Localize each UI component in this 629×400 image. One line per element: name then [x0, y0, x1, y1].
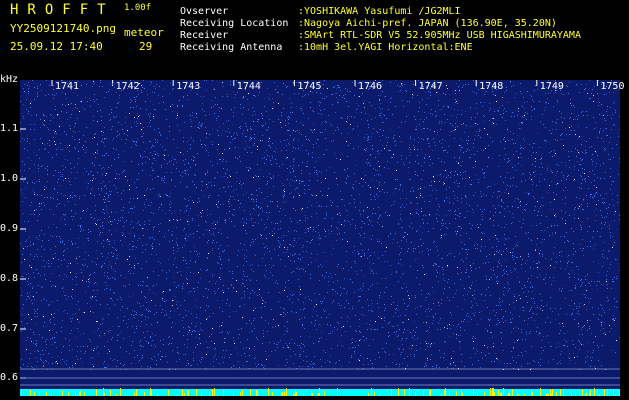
- info-row-observer: Ovserver :YOSHIKAWA Yasufumi /JG2MLI: [180, 6, 461, 17]
- y-tick-label: 0.8: [0, 273, 19, 284]
- info-row-antenna: Receiving Antenna :10mH 3el.YAGI Horizont…: [180, 42, 473, 53]
- timestamp: 25.09.12 17:40: [10, 40, 103, 53]
- y-tick-label: 1.1: [0, 123, 19, 134]
- x-tick-label: 1741: [55, 81, 80, 92]
- x-tick-label: 1748: [479, 81, 504, 92]
- y-tick-label: 0.7: [0, 323, 19, 334]
- x-tick-label: 1749: [539, 81, 564, 92]
- x-tick-label: 1744: [236, 81, 261, 92]
- y-unit-label: kHz: [0, 74, 19, 85]
- info-value: :YOSHIKAWA Yasufumi /JG2MLI: [298, 6, 461, 17]
- x-tick-label: 1742: [115, 81, 140, 92]
- info-key: Receiver: [180, 30, 229, 41]
- app-title: HROFFT: [10, 2, 115, 18]
- y-tick-label: 0.9: [0, 223, 19, 234]
- x-tick-label: 1743: [176, 81, 201, 92]
- info-value: :10mH 3el.YAGI Horizontal:ENE: [298, 42, 473, 53]
- info-value: :Nagoya Aichi-pref. JAPAN (136.90E, 35.2…: [298, 18, 557, 29]
- info-key: Receiving Location: [180, 18, 289, 29]
- info-row-receiver: Receiver :SMArt RTL-SDR V5 52.905MHz USB …: [180, 30, 581, 41]
- meteor-label: meteor: [124, 26, 164, 39]
- y-tick-label: 0.6: [0, 372, 19, 383]
- noise-speckle: [20, 80, 620, 370]
- spectrogram-canvas: [20, 80, 620, 396]
- info-key: Ovserver: [180, 6, 229, 17]
- x-tick-label: 1746: [358, 81, 383, 92]
- app-version: 1.00f: [124, 3, 152, 13]
- file-name: YY2509121740.png: [10, 22, 116, 35]
- x-tick-label: 1745: [297, 81, 322, 92]
- x-tick-label: 1747: [418, 81, 443, 92]
- header: HROFFT 1.00f YY2509121740.png 25.09.12 1…: [0, 0, 629, 80]
- x-tick-label: 1750: [600, 81, 625, 92]
- y-tick-label: 1.0: [0, 173, 19, 184]
- info-key: Receiving Antenna: [180, 42, 283, 53]
- spectrogram-plot: [20, 80, 620, 396]
- info-value: :SMArt RTL-SDR V5 52.905MHz USB HIGASHIM…: [298, 30, 581, 41]
- meteor-count: 29: [139, 40, 153, 53]
- info-row-location: Receiving Location :Nagoya Aichi-pref. JA…: [180, 18, 557, 29]
